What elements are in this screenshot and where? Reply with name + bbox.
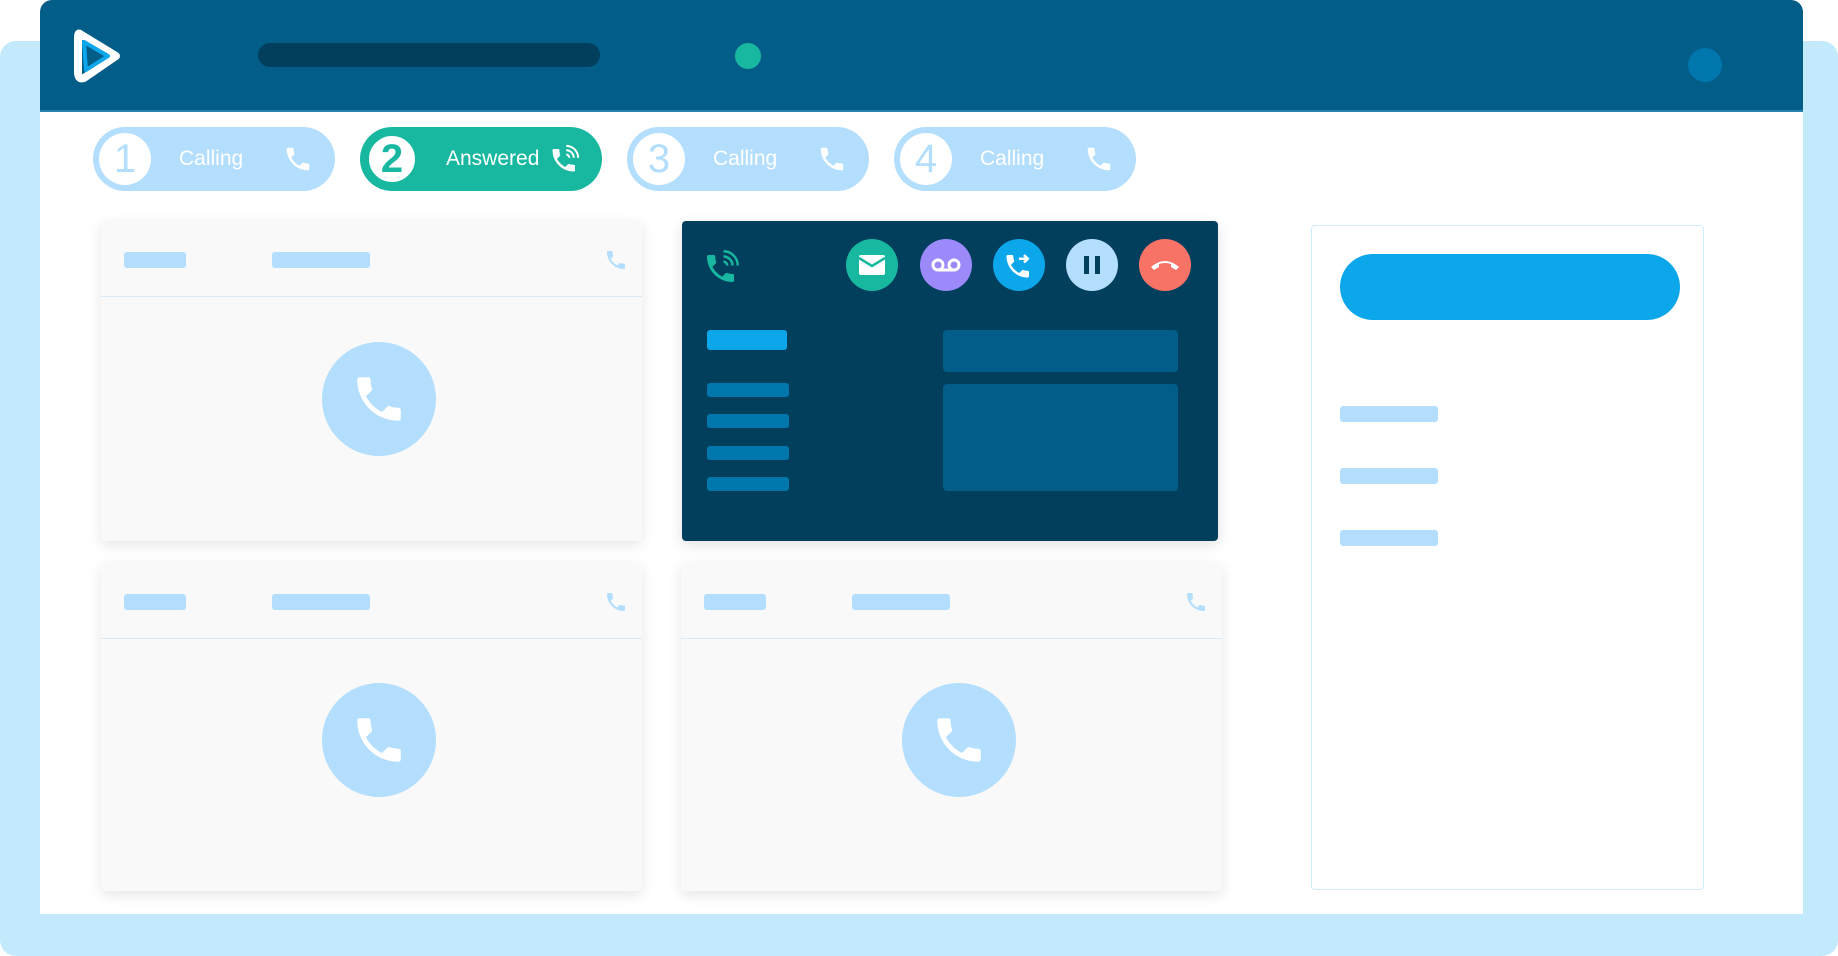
active-call-panel bbox=[682, 221, 1218, 541]
phone-icon[interactable] bbox=[1184, 590, 1208, 614]
phone-icon bbox=[286, 147, 310, 171]
call-info-header-box bbox=[943, 330, 1178, 372]
phone-ringing-icon bbox=[552, 144, 580, 172]
caller-name-placeholder bbox=[704, 594, 766, 610]
tab-label: Calling bbox=[713, 147, 778, 170]
call-card-1[interactable] bbox=[101, 221, 642, 541]
tab-number: 4 bbox=[900, 133, 952, 185]
hang-up-button[interactable] bbox=[1139, 239, 1191, 291]
caller-number-placeholder bbox=[272, 594, 370, 610]
email-button[interactable] bbox=[846, 239, 898, 291]
answer-call-button[interactable] bbox=[322, 342, 436, 456]
phone-icon[interactable] bbox=[604, 248, 628, 272]
phone-hangup-icon bbox=[1151, 261, 1179, 270]
side-list-item[interactable] bbox=[1340, 530, 1438, 546]
tab-label: Answered bbox=[446, 147, 540, 170]
logo-icon[interactable] bbox=[70, 26, 126, 84]
voicemail-icon bbox=[931, 258, 961, 272]
phone-icon bbox=[357, 718, 401, 762]
hold-button[interactable] bbox=[1066, 239, 1118, 291]
side-list-item[interactable] bbox=[1340, 406, 1438, 422]
call-card-4[interactable] bbox=[681, 563, 1222, 891]
envelope-icon bbox=[858, 255, 886, 275]
app-window: 1 Calling 2 Answered 3 Calling 4 Calling bbox=[40, 0, 1803, 914]
voicemail-button[interactable] bbox=[920, 239, 972, 291]
tab-label: Calling bbox=[980, 147, 1045, 170]
phone-icon bbox=[937, 718, 981, 762]
search-bar[interactable] bbox=[258, 43, 600, 67]
primary-action-button[interactable] bbox=[1340, 254, 1680, 320]
card-divider bbox=[101, 296, 642, 297]
avatar[interactable] bbox=[1688, 48, 1722, 82]
phone-icon bbox=[820, 147, 844, 171]
call-tab-4[interactable]: 4 Calling bbox=[894, 127, 1136, 191]
tab-number: 1 bbox=[99, 133, 151, 185]
menu-item[interactable] bbox=[707, 477, 789, 491]
side-panel bbox=[1311, 225, 1704, 890]
call-tab-2[interactable]: 2 Answered bbox=[360, 127, 602, 191]
side-list-item[interactable] bbox=[1340, 468, 1438, 484]
card-divider bbox=[681, 638, 1222, 639]
caller-number-placeholder bbox=[852, 594, 950, 610]
menu-item[interactable] bbox=[707, 383, 789, 397]
card-divider bbox=[101, 638, 642, 639]
caller-name-placeholder bbox=[124, 252, 186, 268]
phone-ringing-icon bbox=[707, 250, 739, 282]
call-tab-1[interactable]: 1 Calling bbox=[93, 127, 335, 191]
phone-icon bbox=[357, 377, 401, 421]
call-tab-3[interactable]: 3 Calling bbox=[627, 127, 869, 191]
tab-number: 3 bbox=[633, 133, 685, 185]
call-notes-box[interactable] bbox=[943, 384, 1178, 491]
status-indicator[interactable] bbox=[735, 43, 761, 69]
menu-item[interactable] bbox=[707, 414, 789, 428]
caller-number-placeholder bbox=[272, 252, 370, 268]
call-card-3[interactable] bbox=[101, 563, 642, 891]
tab-label: Calling bbox=[179, 147, 244, 170]
pause-icon bbox=[1084, 256, 1100, 274]
phone-icon bbox=[1087, 147, 1111, 171]
phone-icon[interactable] bbox=[604, 590, 628, 614]
answer-call-button[interactable] bbox=[902, 683, 1016, 797]
top-bar bbox=[40, 0, 1803, 112]
answer-call-button[interactable] bbox=[322, 683, 436, 797]
transfer-button[interactable] bbox=[993, 239, 1045, 291]
tab-number: 2 bbox=[366, 133, 418, 185]
menu-item[interactable] bbox=[707, 446, 789, 460]
phone-transfer-icon bbox=[1006, 254, 1030, 278]
caller-name-placeholder bbox=[124, 594, 186, 610]
selected-menu-item[interactable] bbox=[707, 330, 787, 350]
